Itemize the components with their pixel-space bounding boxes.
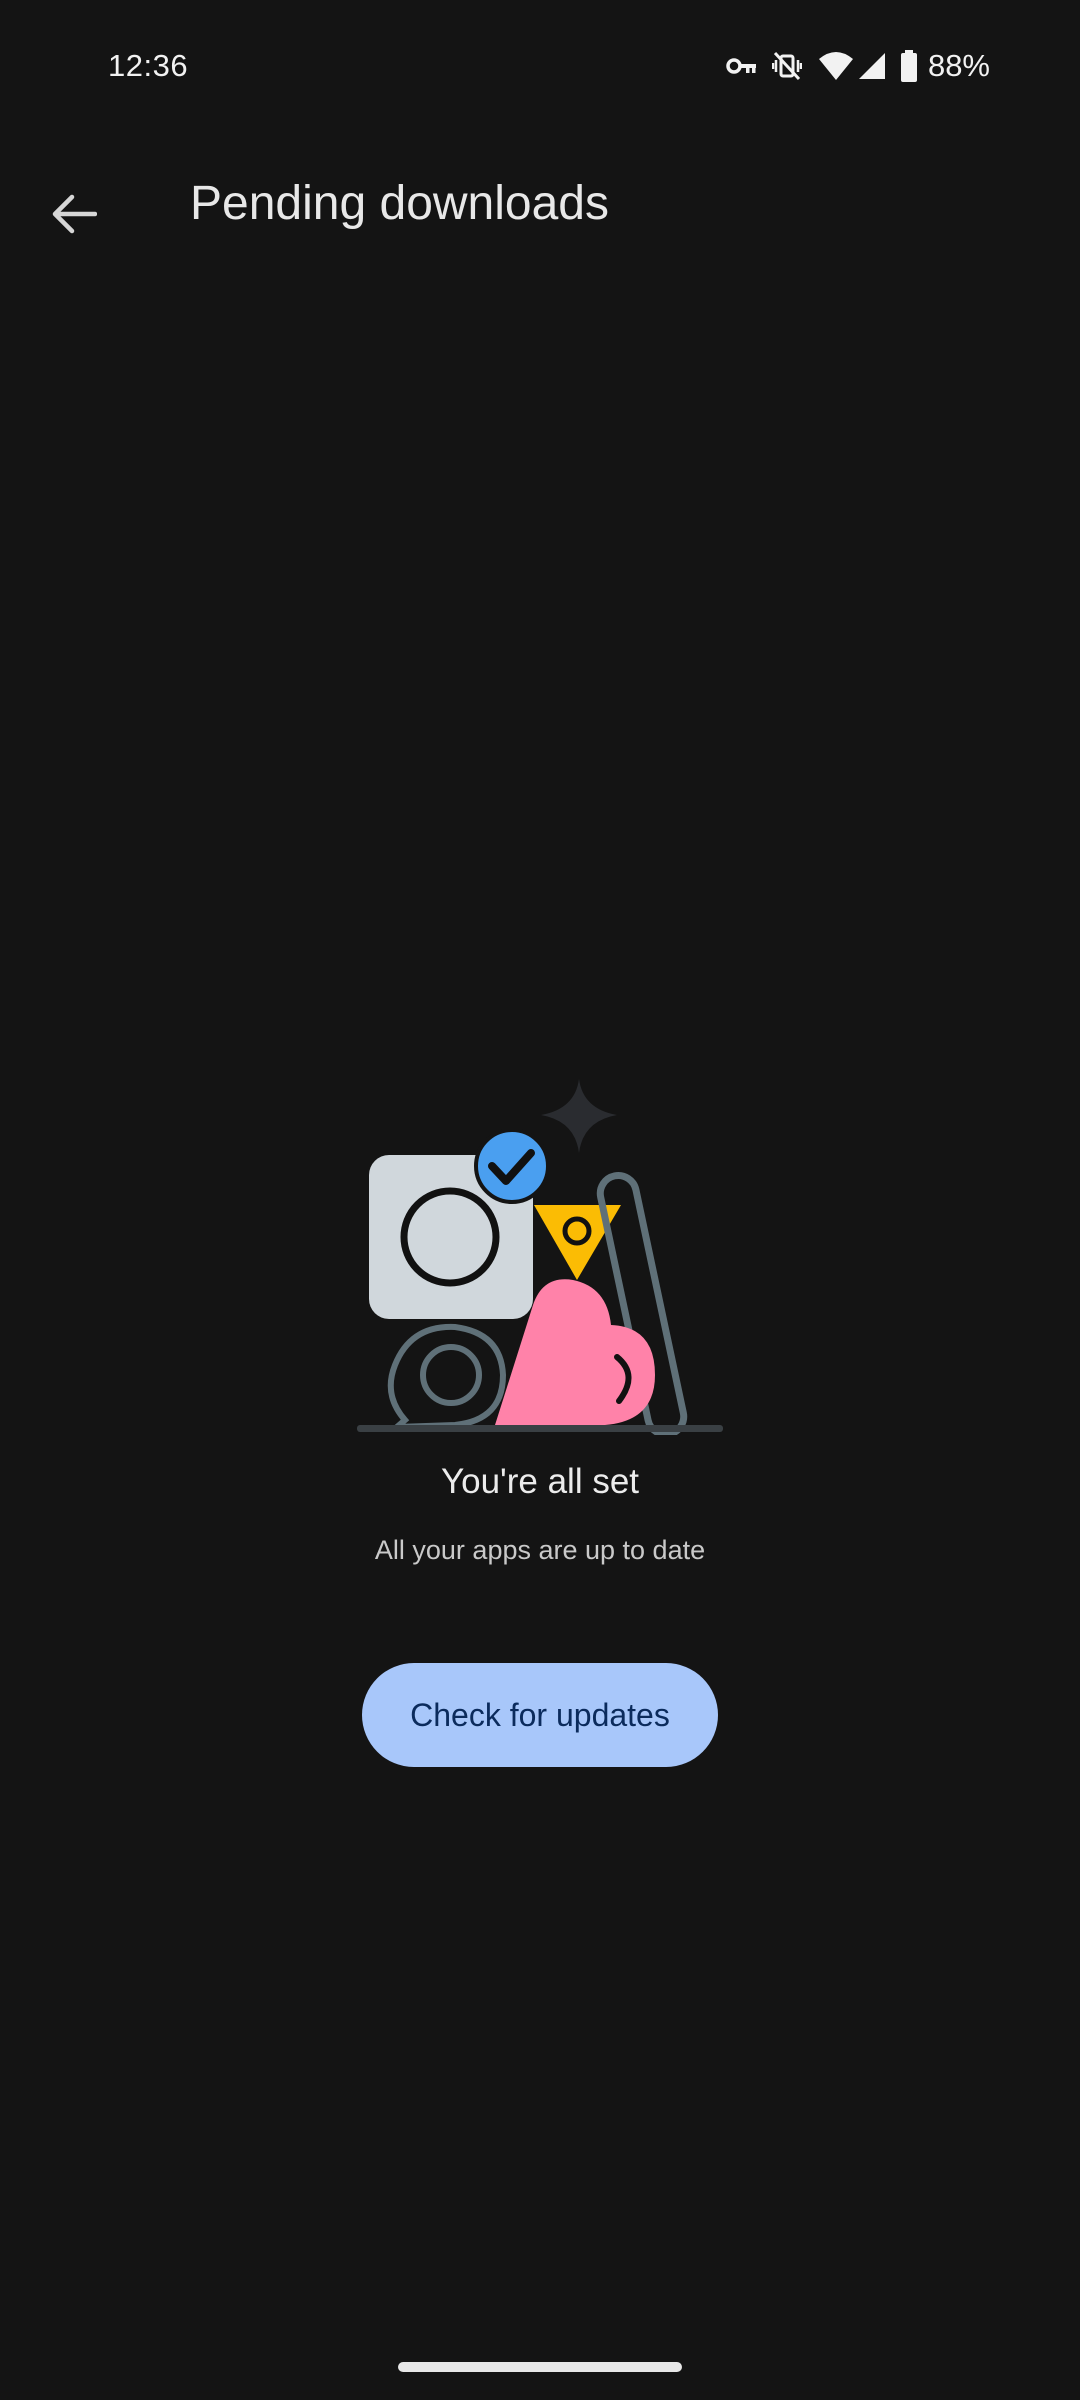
arrow-back-icon	[51, 194, 98, 239]
status-bar: 12:36 88%	[0, 0, 1080, 135]
empty-state-title: You're all set	[440, 1462, 640, 1501]
all-set-illustration	[355, 1075, 725, 1439]
status-icons: 88%	[726, 46, 990, 86]
status-time: 12:36	[108, 48, 189, 83]
wifi-icon	[818, 46, 854, 86]
battery-icon	[900, 46, 918, 86]
vibrate-off-icon	[771, 46, 802, 86]
battery-percent: 88%	[927, 48, 990, 83]
check-for-updates-button[interactable]: Check for updates	[362, 1663, 718, 1767]
page-title: Pending downloads	[190, 177, 609, 230]
vpn-key-icon	[726, 46, 758, 86]
gesture-nav-bar[interactable]	[398, 2362, 682, 2372]
empty-state-subtitle: All your apps are up to date	[374, 1535, 706, 1565]
back-button[interactable]	[30, 172, 118, 260]
top-app-bar: Pending downloads	[0, 150, 1080, 260]
cell-signal-icon	[858, 46, 886, 86]
